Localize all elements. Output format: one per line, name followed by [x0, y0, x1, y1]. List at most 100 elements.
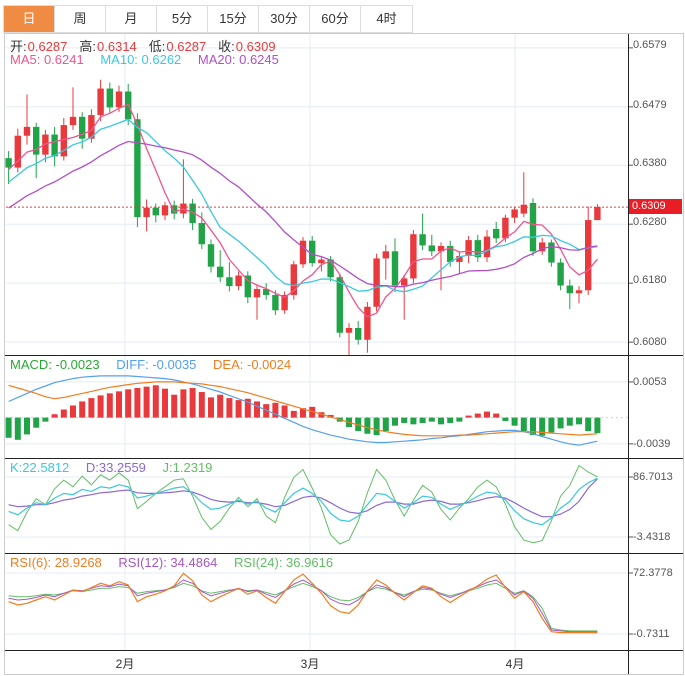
- price-tick-1: 0.6479: [633, 99, 667, 111]
- candle-body: [134, 119, 141, 218]
- candle-body: [511, 209, 518, 218]
- candle-body: [575, 290, 583, 294]
- candle-body: [529, 202, 537, 252]
- j-legend: J:1.2319: [162, 460, 213, 475]
- diff-legend: DIFF: -0.0035: [116, 357, 197, 372]
- candle-body: [355, 327, 362, 340]
- candle-body: [520, 204, 527, 214]
- candle-body: [207, 244, 215, 267]
- macd-hist-bar: [14, 417, 21, 440]
- dea-legend: DEA: -0.0024: [213, 357, 292, 372]
- candle-body: [566, 285, 573, 294]
- candle-body: [217, 266, 224, 278]
- x-label-feb: 2月: [115, 657, 135, 671]
- rsi24-legend: RSI(24): 36.9616: [234, 555, 334, 570]
- tab-4hour[interactable]: 4时: [361, 6, 412, 32]
- legend-macd: MACD: -0.0023 DIFF: -0.0035 DEA: -0.0024: [10, 357, 304, 372]
- kdj-tick-1: -3.4318: [633, 531, 671, 543]
- rsi12-legend: RSI(12): 34.4864: [118, 555, 218, 570]
- price-tick-5: 0.6080: [633, 336, 667, 348]
- macd-hist-bar: [60, 409, 67, 418]
- dea-line: [8, 381, 598, 437]
- macd-hist-bar: [465, 415, 472, 418]
- candle-body: [493, 228, 500, 239]
- macd-hist-bar: [143, 386, 150, 418]
- macd-hist-bar: [79, 401, 86, 418]
- candle-body: [336, 277, 343, 333]
- candle-body: [483, 236, 491, 258]
- macd-hist-bar: [97, 395, 104, 418]
- price-tick-3: 0.6280: [633, 216, 667, 228]
- macd-hist-bar: [502, 417, 509, 421]
- candle-body: [5, 158, 12, 168]
- candle-body: [253, 289, 261, 298]
- macd-value-legend: MACD: -0.0023: [10, 357, 100, 372]
- rsi-tick-1: -0.7311: [633, 628, 670, 640]
- macd-hist-bar: [116, 391, 122, 418]
- macd-hist-bar: [493, 413, 500, 418]
- candle-body: [594, 207, 601, 221]
- ma10-legend: MA10: 0.6262: [100, 52, 182, 67]
- ma5-legend: MA5: 0.6241: [10, 52, 84, 67]
- rsi-tick-0: 72.3778: [633, 567, 673, 579]
- candle-body: [69, 116, 77, 126]
- tab-30min[interactable]: 30分: [259, 6, 310, 32]
- price-tick-4: 0.6180: [633, 274, 667, 286]
- macd-hist-bar: [5, 417, 12, 438]
- macd-hist-bar: [474, 413, 481, 418]
- last-price-badge: 0.6309: [629, 199, 682, 214]
- tab-15min[interactable]: 15分: [208, 6, 259, 32]
- ma20-legend: MA20: 0.6245: [197, 52, 279, 67]
- macd-hist-bar: [125, 389, 132, 418]
- candle-body: [23, 126, 31, 136]
- macd-hist-bar: [373, 417, 380, 436]
- tab-monthly[interactable]: 月: [106, 6, 157, 32]
- tab-60min[interactable]: 60分: [310, 6, 361, 32]
- macd-hist-bar: [401, 417, 408, 423]
- macd-tick-0: 0.0053: [633, 376, 667, 388]
- tab-daily[interactable]: 日: [4, 6, 55, 32]
- candle-body: [410, 234, 417, 279]
- tab-5min[interactable]: 5分: [157, 6, 208, 32]
- macd-hist-bar: [364, 417, 371, 434]
- macd-hist-bar: [70, 405, 76, 418]
- candle-body: [428, 245, 435, 252]
- k-legend: K:22.5812: [10, 460, 70, 475]
- macd-hist-bar: [208, 397, 214, 418]
- legend-rsi: RSI(6): 28.9268 RSI(12): 34.4864 RSI(24)…: [10, 555, 346, 570]
- period-tabbar: 日 周 月 5分 15分 30分 60分 4时: [3, 5, 413, 33]
- candle-body: [318, 259, 325, 264]
- candle-body: [502, 217, 509, 239]
- candle-body: [143, 207, 150, 218]
- macd-hist-bar: [24, 417, 30, 435]
- candle-body: [373, 258, 380, 307]
- candle-body: [585, 220, 592, 291]
- candle-body: [51, 134, 58, 157]
- macd-hist-bar: [447, 417, 454, 423]
- macd-hist-bar: [198, 392, 205, 418]
- macd-hist-bar: [281, 405, 288, 418]
- candle-body: [115, 91, 123, 108]
- legend-ma: MA5: 0.6241 MA10: 0.6262 MA20: 0.6245: [10, 52, 292, 67]
- macd-hist-bar: [456, 417, 463, 422]
- candle-body: [299, 240, 307, 265]
- macd-hist-bar: [226, 398, 233, 418]
- k-line: [8, 477, 598, 526]
- candle-body: [391, 251, 399, 286]
- macd-hist-bar: [254, 401, 260, 418]
- ma5-line: [8, 103, 598, 318]
- candle-body: [364, 306, 371, 340]
- macd-hist-bar: [419, 417, 426, 423]
- candle-body: [382, 251, 389, 259]
- macd-hist-bar: [290, 410, 297, 418]
- macd-hist-bar: [171, 394, 178, 418]
- macd-hist-bar: [162, 388, 168, 418]
- candle-body: [106, 88, 113, 108]
- macd-hist-bar: [152, 385, 159, 418]
- macd-hist-bar: [382, 417, 389, 432]
- tab-weekly[interactable]: 周: [55, 6, 106, 32]
- candle-body: [272, 294, 279, 311]
- chart-canvas[interactable]: [4, 33, 685, 675]
- candle-body: [557, 262, 564, 286]
- macd-hist-bar: [484, 411, 490, 418]
